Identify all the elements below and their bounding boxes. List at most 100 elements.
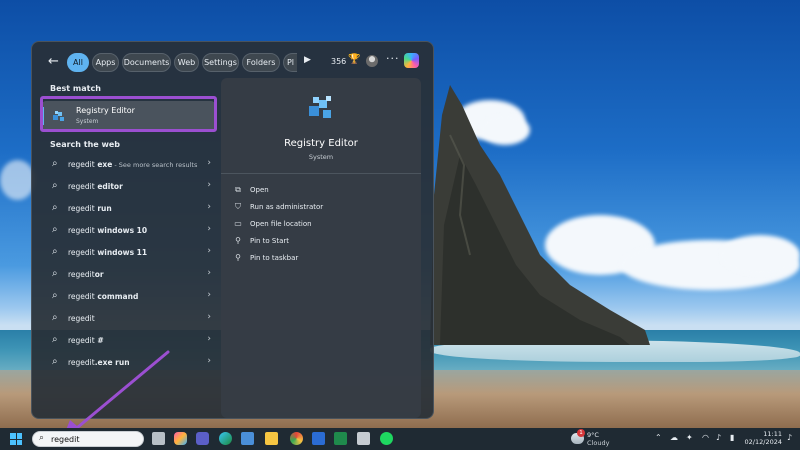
- web-result-row[interactable]: ⌕ regedit windows 10 ›: [42, 221, 215, 241]
- result-preview-pane: Registry Editor System ⧉ Open ⛉ Run as a…: [221, 78, 421, 418]
- web-result-row[interactable]: ⌕ regedit ›: [42, 309, 215, 329]
- taskbar-search-input[interactable]: [51, 434, 141, 445]
- filter-chip-web[interactable]: Web: [174, 53, 199, 72]
- registry-editor-large-icon: [309, 96, 331, 118]
- preview-title: Registry Editor: [284, 138, 358, 149]
- web-result-row[interactable]: ⌕ regedit.exe run ›: [42, 353, 215, 373]
- chevron-right-icon: ›: [207, 224, 211, 234]
- filter-chip-apps[interactable]: Apps: [92, 53, 119, 72]
- web-result-text: regedit #: [68, 336, 104, 345]
- cloud: [720, 235, 800, 275]
- search-icon: ⌕: [52, 202, 58, 213]
- chevron-right-icon: ›: [207, 312, 211, 322]
- web-result-row[interactable]: ⌕ regedit exe - See more search results …: [42, 155, 215, 175]
- pin-icon: ⚲: [235, 253, 241, 262]
- clock[interactable]: 11:11 02/12/2024: [742, 430, 782, 446]
- battery-icon[interactable]: ▮: [730, 433, 734, 442]
- best-match-heading: Best match: [50, 84, 101, 93]
- chevron-right-icon: ›: [207, 202, 211, 212]
- edge-icon[interactable]: [219, 432, 232, 445]
- avatar[interactable]: [366, 55, 378, 67]
- teams-icon[interactable]: [196, 432, 209, 445]
- dropbox-icon[interactable]: ✦: [686, 433, 693, 442]
- rock-cliff: [430, 85, 650, 345]
- volume-icon[interactable]: ♪: [716, 433, 721, 442]
- word-icon[interactable]: [312, 432, 325, 445]
- action-label: Pin to Start: [250, 237, 290, 245]
- filter-chip-photos[interactable]: Pl: [283, 53, 297, 72]
- web-result-row[interactable]: ⌕ regedit editor ›: [42, 177, 215, 197]
- copilot-taskbar-icon[interactable]: [174, 432, 187, 445]
- chevron-right-icon: ›: [207, 180, 211, 190]
- taskbar-search-box[interactable]: ⌕: [32, 431, 144, 447]
- web-result-row[interactable]: ⌕ regeditor ›: [42, 265, 215, 285]
- more-filters-play-icon[interactable]: ▶: [304, 55, 311, 65]
- filter-chip-documents[interactable]: Documents: [122, 53, 171, 72]
- preview-subtitle: System: [308, 153, 334, 161]
- windows-start-icon[interactable]: [10, 433, 22, 445]
- chrome-icon[interactable]: [290, 432, 303, 445]
- action-label: Pin to taskbar: [250, 254, 299, 262]
- search-icon: ⌕: [52, 312, 58, 323]
- pin-icon: ⚲: [235, 236, 241, 245]
- filter-chip-settings[interactable]: Settings: [202, 53, 239, 72]
- search-icon: ⌕: [52, 246, 58, 257]
- web-result-row[interactable]: ⌕ regedit windows 11 ›: [42, 243, 215, 263]
- weather-badge: 1: [577, 429, 585, 437]
- more-options-icon[interactable]: ···: [386, 52, 400, 65]
- filter-chip-all[interactable]: All: [67, 53, 89, 72]
- web-result-text: regedit exe - See more search results: [68, 160, 198, 169]
- weather-condition: Cloudy: [587, 439, 610, 447]
- search-icon: ⌕: [52, 180, 58, 191]
- search-icon: ⌕: [52, 158, 58, 169]
- admin-shield-icon: ⛉: [235, 202, 241, 211]
- taskbar: ⌕ 1 9°C Cloudy ⌃ ☁ ✦ ◠ ♪ ▮ 11:11 02/12/2…: [0, 428, 800, 450]
- spotify-icon[interactable]: [380, 432, 393, 445]
- web-result-text: regedit.exe run: [68, 358, 130, 367]
- onedrive-icon[interactable]: ☁: [670, 433, 678, 442]
- web-result-row[interactable]: ⌕ regedit run ›: [42, 199, 215, 219]
- folder-icon: ▭: [234, 219, 242, 228]
- notepad-icon[interactable]: [357, 432, 370, 445]
- file-explorer-icon[interactable]: [265, 432, 278, 445]
- chevron-right-icon: ›: [207, 246, 211, 256]
- copilot-icon[interactable]: [404, 53, 419, 68]
- chevron-right-icon: ›: [207, 356, 211, 366]
- highlight-box: [40, 96, 217, 132]
- clock-date: 02/12/2024: [744, 438, 782, 446]
- excel-icon[interactable]: [334, 432, 347, 445]
- notification-bell-icon[interactable]: ♪: [787, 433, 792, 442]
- search-web-heading: Search the web: [50, 140, 121, 149]
- web-result-row[interactable]: ⌕ regedit # ›: [42, 331, 215, 351]
- action-label: Run as administrator: [250, 203, 324, 211]
- open-icon: ⧉: [235, 185, 241, 194]
- web-result-row[interactable]: ⌕ regedit command ›: [42, 287, 215, 307]
- task-view-icon[interactable]: [152, 432, 165, 445]
- store-icon[interactable]: [241, 432, 254, 445]
- filter-chip-folders[interactable]: Folders: [242, 53, 280, 72]
- chevron-right-icon: ›: [207, 268, 211, 278]
- web-result-text: regedit windows 11: [68, 248, 148, 257]
- wifi-icon[interactable]: ◠: [702, 433, 709, 442]
- web-result-text: regedit run: [68, 204, 112, 213]
- search-icon: ⌕: [39, 433, 45, 443]
- cloud: [0, 160, 35, 200]
- back-arrow-icon[interactable]: ←: [48, 54, 59, 69]
- search-icon: ⌕: [52, 334, 58, 345]
- chevron-right-icon: ›: [207, 158, 211, 168]
- web-result-text: regedit: [68, 314, 95, 323]
- search-icon: ⌕: [52, 224, 58, 235]
- filter-bar: ← All Apps Documents Web Settings Folder…: [32, 42, 433, 80]
- clock-time: 11:11: [763, 430, 782, 438]
- chevron-right-icon: ›: [207, 290, 211, 300]
- trophy-icon[interactable]: 🏆: [348, 54, 360, 65]
- search-icon: ⌕: [52, 290, 58, 301]
- search-icon: ⌕: [52, 268, 58, 279]
- chevron-up-icon[interactable]: ⌃: [655, 433, 662, 442]
- search-icon: ⌕: [52, 356, 58, 367]
- web-result-text: regedit editor: [68, 182, 123, 191]
- divider: [221, 173, 421, 174]
- rewards-points: 356: [331, 57, 347, 66]
- action-label: Open: [250, 186, 269, 194]
- web-result-text: regedit windows 10: [68, 226, 148, 235]
